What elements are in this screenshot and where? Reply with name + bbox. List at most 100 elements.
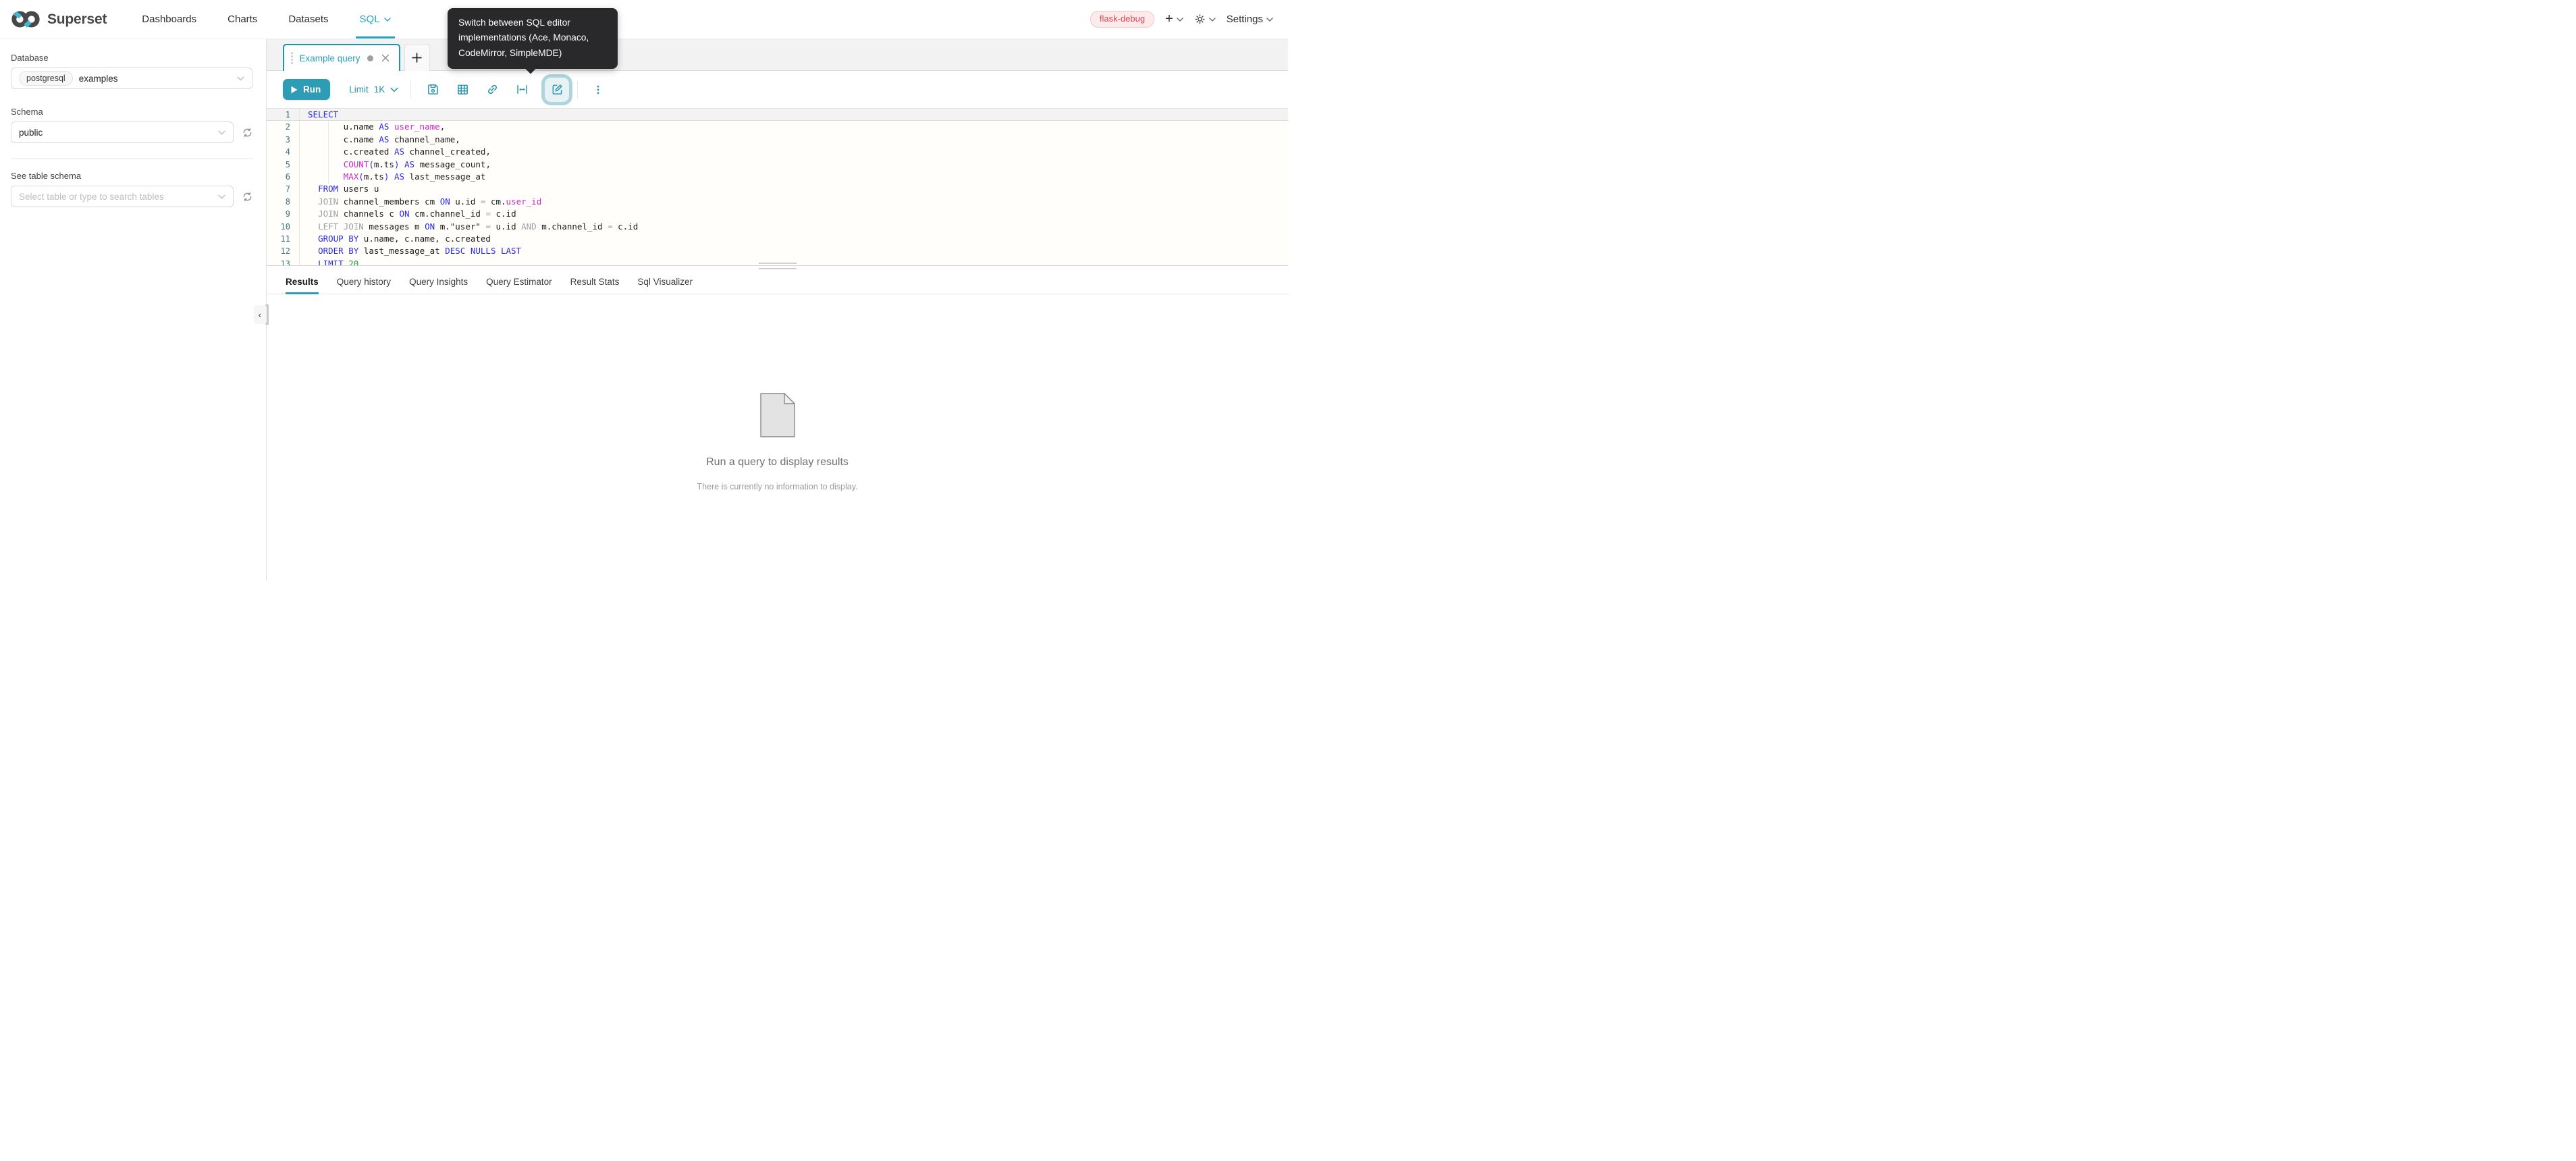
content-area: Database postgresql examples Schema publ… — [0, 39, 1288, 580]
line-number: 1 — [267, 109, 299, 120]
run-button[interactable]: Run — [283, 79, 330, 100]
results-tab-query-insights[interactable]: Query Insights — [409, 271, 468, 294]
code-line-4: 4 c.created AS channel_created, — [267, 146, 1288, 158]
line-number: 7 — [267, 183, 299, 195]
code-line-3: 3 c.name AS channel_name, — [267, 134, 1288, 146]
indent-guide — [328, 121, 329, 184]
sqllab-sidebar: Database postgresql examples Schema publ… — [0, 39, 267, 580]
results-tab-query-estimator[interactable]: Query Estimator — [486, 271, 552, 294]
schema-select-value: public — [19, 128, 43, 138]
app-header: Superset Dashboards Charts Datasets SQL fla… — [0, 0, 1288, 39]
line-number: 10 — [267, 221, 299, 233]
more-menu-icon[interactable] — [586, 78, 610, 102]
new-tab-button[interactable] — [404, 44, 430, 71]
table-icon[interactable] — [450, 78, 475, 102]
copy-link-icon[interactable] — [480, 78, 504, 102]
nav-item-datasets[interactable]: Datasets — [288, 0, 328, 38]
results-tab-sql-visualizer[interactable]: Sql Visualizer — [637, 271, 693, 294]
code-line-7: 7 FROM users u — [267, 183, 1288, 195]
editor-tab-strip: Example query — [267, 39, 1288, 71]
table-select[interactable]: Select table or type to search tables — [11, 186, 234, 207]
save-icon[interactable] — [421, 78, 445, 102]
chevron-down-icon — [218, 194, 225, 199]
results-tab-result-stats[interactable]: Result Stats — [570, 271, 620, 294]
nav-item-label: Charts — [227, 14, 257, 25]
query-tab-title: Example query — [300, 53, 360, 63]
nav-item-label: SQL — [360, 14, 380, 25]
chevron-down-icon — [237, 76, 244, 81]
header-right: flask-debug + Settings — [1090, 11, 1273, 27]
results-tabs: Results Query history Query Insights Query … — [267, 271, 1288, 294]
format-sql-icon[interactable] — [510, 78, 534, 102]
database-select[interactable]: postgresql examples — [11, 68, 252, 89]
environment-badge: flask-debug — [1090, 11, 1154, 27]
chevron-down-icon — [1209, 18, 1216, 22]
plus-icon — [412, 53, 422, 63]
nav-item-sql[interactable]: SQL — [360, 0, 391, 38]
refresh-tables-icon[interactable] — [242, 192, 252, 202]
chevron-down-icon — [384, 18, 391, 22]
empty-state-subtitle: There is currently no information to dis… — [697, 482, 857, 491]
line-number: 8 — [267, 196, 299, 208]
nav-item-label: Dashboards — [142, 14, 196, 25]
chevron-down-icon — [1266, 18, 1273, 22]
tooltip-line: implementations (Ace, Monaco, — [458, 30, 607, 45]
chevron-down-icon — [390, 87, 398, 92]
sql-code-lines: 1SELECT2 u.name AS user_name,3 c.name AS… — [267, 109, 1288, 265]
nav-item-charts[interactable]: Charts — [227, 0, 257, 38]
code-line-6: 6 MAX(m.ts) AS last_message_at — [267, 171, 1288, 183]
line-number: 5 — [267, 159, 299, 171]
code-line-12: 12 ORDER BY last_message_at DESC NULLS L… — [267, 245, 1288, 257]
database-label: Database — [11, 53, 252, 63]
table-select-placeholder: Select table or type to search tables — [19, 192, 164, 202]
schema-select[interactable]: public — [11, 122, 234, 143]
code-line-11: 11 GROUP BY u.name, c.name, c.created — [267, 233, 1288, 245]
line-number: 13 — [267, 258, 299, 265]
results-panel: Results Query history Query Insights Query … — [267, 271, 1288, 580]
code-line-1: 1SELECT — [267, 109, 1288, 121]
settings-menu[interactable]: Settings — [1227, 14, 1273, 25]
line-number: 3 — [267, 134, 299, 146]
plus-icon: + — [1165, 12, 1173, 26]
limit-label: Limit — [349, 84, 369, 94]
refresh-schemas-icon[interactable] — [242, 128, 252, 138]
close-tab-icon[interactable] — [381, 54, 390, 62]
chevron-down-icon — [1177, 18, 1183, 22]
results-empty-state: Run a query to display results There is … — [267, 393, 1288, 491]
query-tab[interactable]: Example query — [283, 44, 400, 71]
theme-toggle[interactable] — [1194, 14, 1216, 25]
toolbar-divider — [577, 81, 578, 99]
superset-logo[interactable]: Superset — [11, 9, 107, 30]
switch-editor-icon[interactable] — [545, 78, 569, 102]
nav-item-label: Datasets — [288, 14, 328, 25]
line-number: 9 — [267, 208, 299, 220]
limit-dropdown[interactable]: Limit 1K — [349, 84, 398, 94]
sqllab-main-panel: Example query Run Limit 1K — [267, 39, 1288, 580]
switch-editor-tooltip: Switch between SQL editor implementation… — [448, 8, 618, 69]
tooltip-line: CodeMirror, SimpleMDE) — [458, 46, 607, 61]
gutter-border — [299, 109, 300, 265]
nav-item-dashboards[interactable]: Dashboards — [142, 0, 196, 38]
line-number: 6 — [267, 171, 299, 183]
toolbar-divider — [410, 81, 411, 99]
code-line-5: 5 COUNT(m.ts) AS message_count, — [267, 159, 1288, 171]
sql-editor[interactable]: 1SELECT2 u.name AS user_name,3 c.name AS… — [267, 108, 1288, 265]
editor-toolbar: Run Limit 1K — [267, 71, 1288, 108]
code-line-9: 9 JOIN channels c ON cm.channel_id = c.i… — [267, 208, 1288, 220]
tooltip-line: Switch between SQL editor — [458, 16, 607, 30]
drag-handle-icon[interactable] — [291, 52, 293, 64]
empty-document-icon — [760, 393, 795, 437]
superset-infinity-icon — [11, 9, 41, 30]
results-tab-results[interactable]: Results — [286, 271, 319, 294]
line-number: 2 — [267, 121, 299, 133]
pane-resize-handle[interactable] — [267, 265, 1288, 271]
new-item-menu[interactable]: + — [1165, 14, 1183, 26]
run-label: Run — [303, 84, 321, 94]
settings-label: Settings — [1227, 14, 1263, 25]
results-tab-query-history[interactable]: Query history — [337, 271, 391, 294]
collapse-sidebar-button[interactable]: ‹ — [254, 305, 267, 324]
code-line-13: 13 LIMIT 20 — [267, 258, 1288, 265]
code-line-2: 2 u.name AS user_name, — [267, 121, 1288, 133]
limit-value: 1K — [374, 84, 385, 94]
database-engine-tag: postgresql — [19, 71, 73, 86]
